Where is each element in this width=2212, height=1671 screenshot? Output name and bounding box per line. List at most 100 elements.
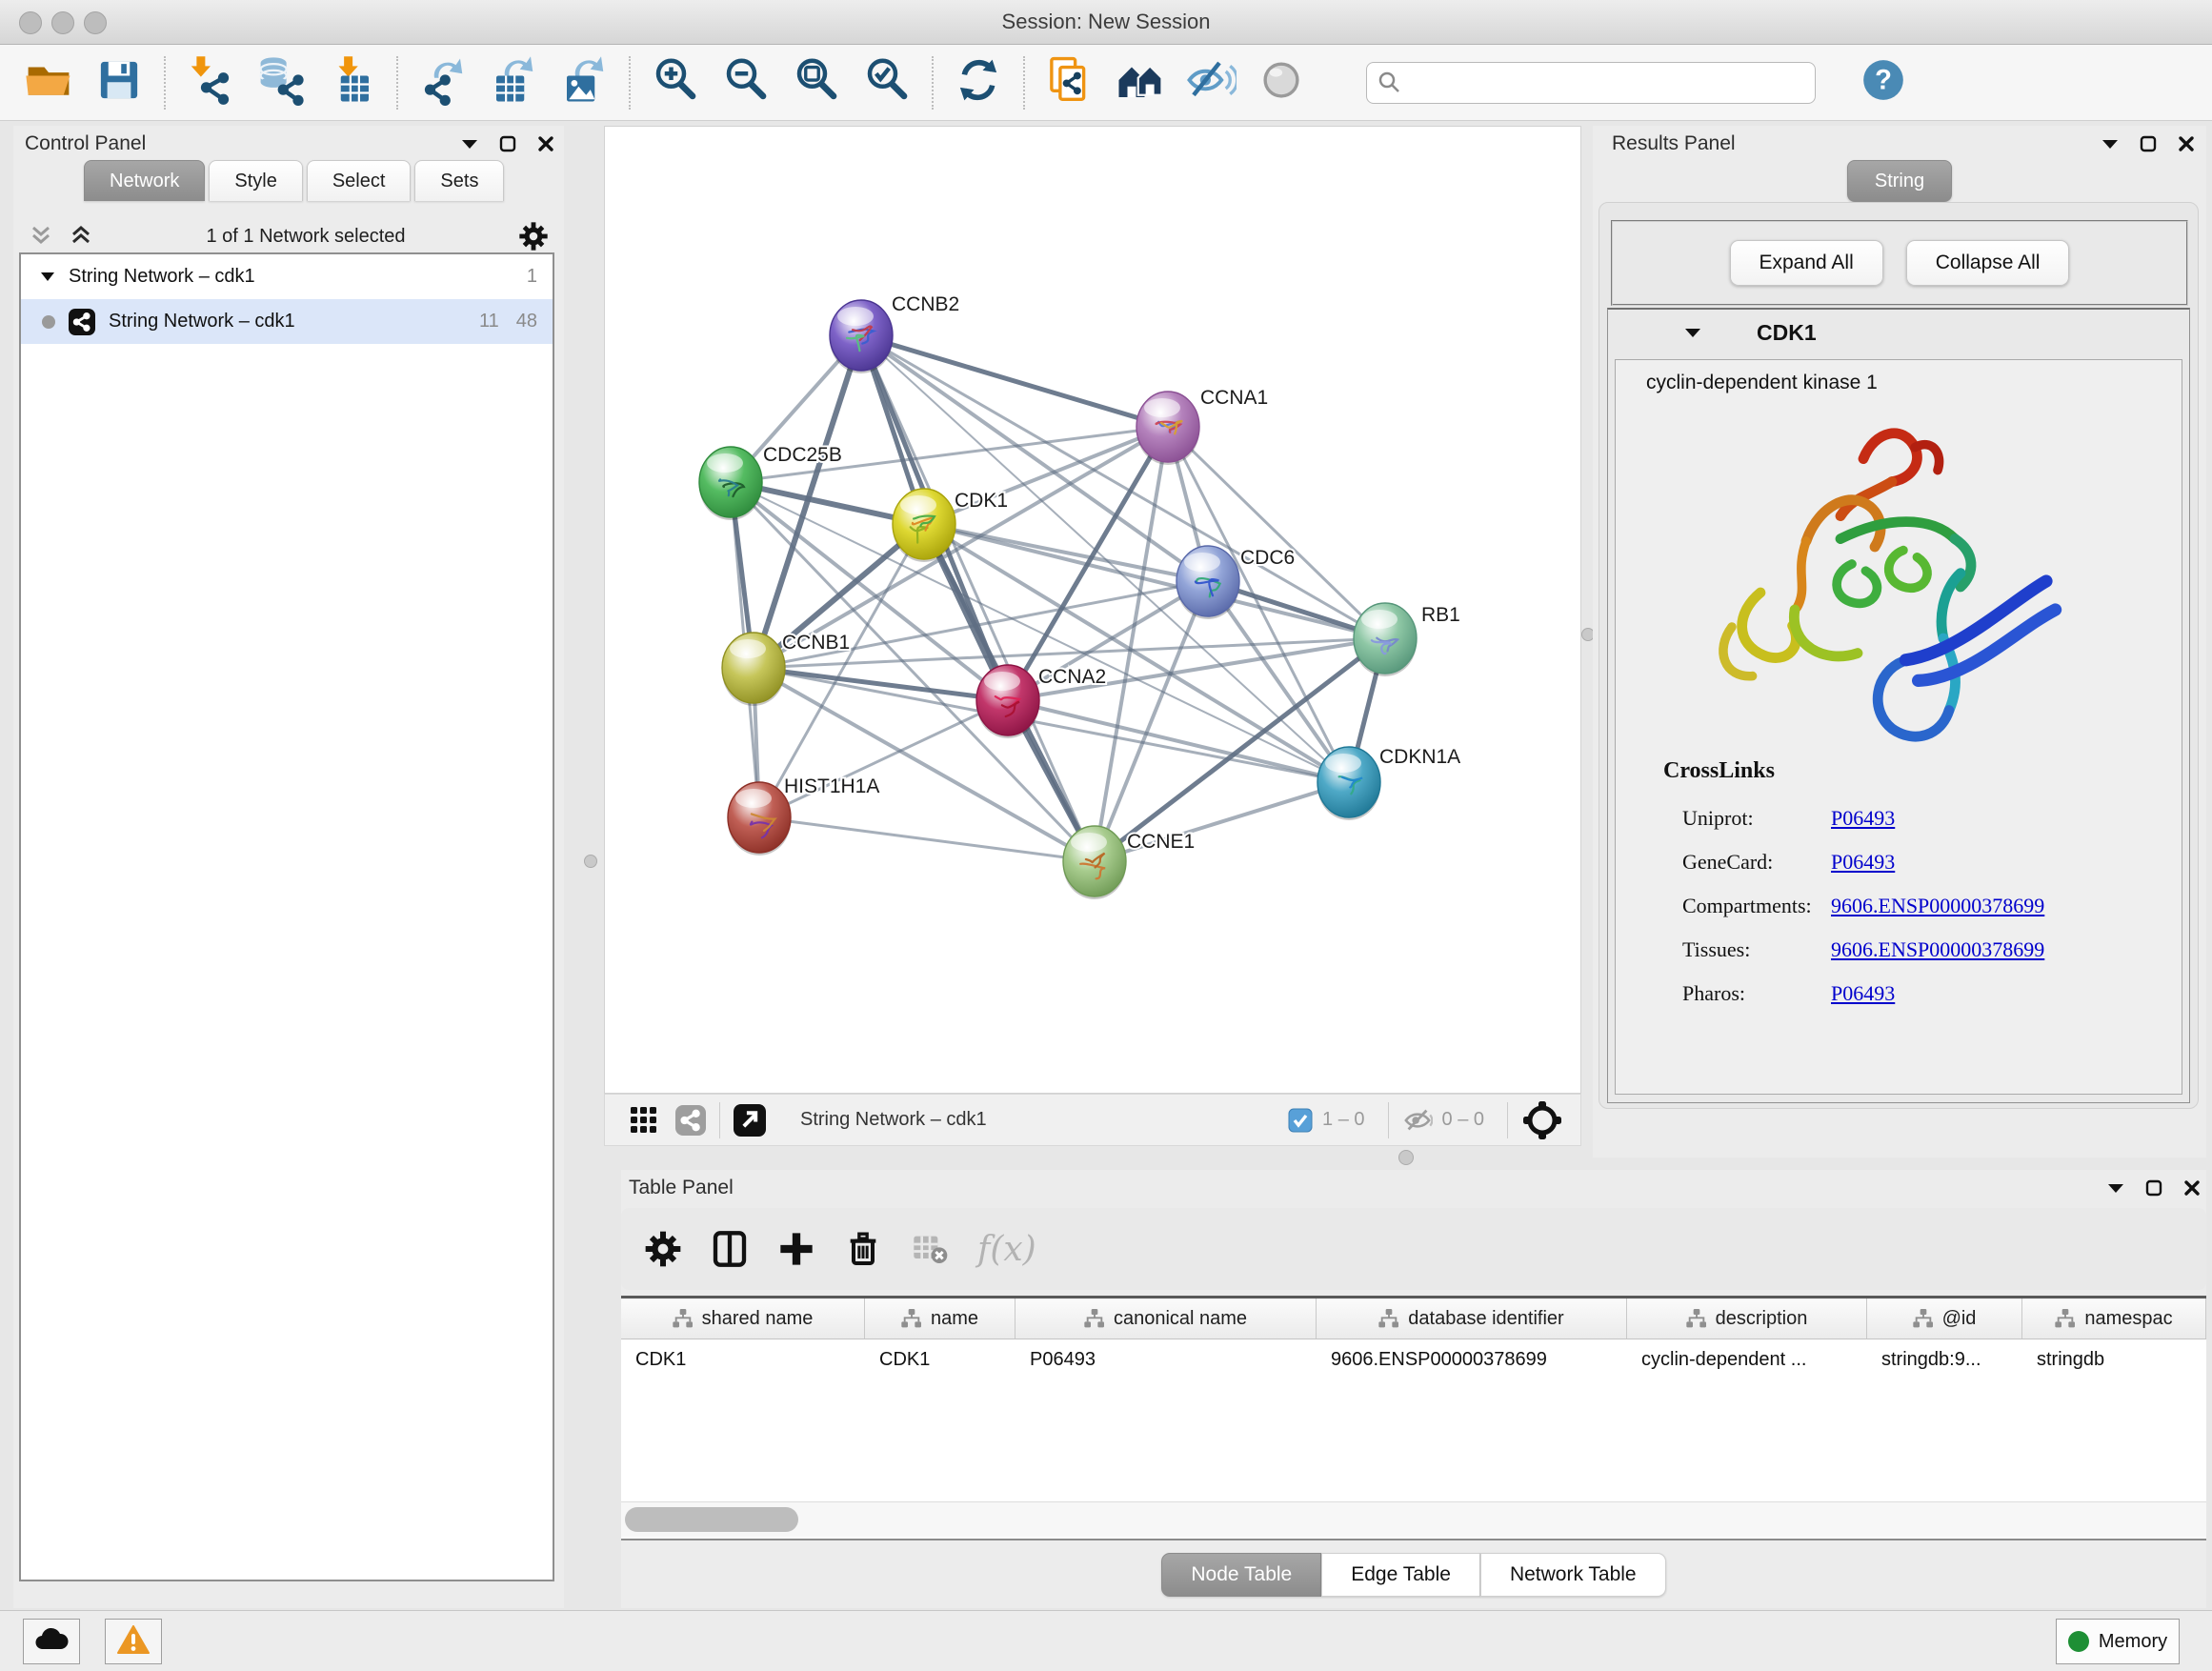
panel-float-icon[interactable]	[2140, 135, 2157, 152]
tab-string[interactable]: String	[1847, 160, 1952, 202]
zoom-selected-button[interactable]	[857, 52, 916, 113]
table-cell[interactable]: 9606.ENSP00000378699	[1317, 1339, 1627, 1379]
network-document-button[interactable]	[1040, 52, 1099, 113]
network-node-RB1[interactable]	[1354, 603, 1417, 676]
memory-button[interactable]: Memory	[2056, 1619, 2180, 1664]
table-options-gear-icon[interactable]	[644, 1230, 682, 1268]
open-in-browser-icon[interactable]	[734, 1104, 766, 1137]
column-header-description[interactable]: description	[1627, 1299, 1867, 1339]
hide-unhide-button[interactable]	[1181, 52, 1240, 113]
column-header-namespac[interactable]: namespac	[2022, 1299, 2206, 1339]
birdseye-grid-icon[interactable]	[630, 1106, 658, 1135]
network-node-CDK1[interactable]	[893, 489, 955, 562]
horizontal-splitter-handle[interactable]	[1398, 1150, 1414, 1165]
table-row[interactable]: CDK1CDK1P064939606.ENSP00000378699cyclin…	[621, 1339, 2206, 1379]
import-table-button[interactable]	[322, 52, 381, 113]
tab-node-table[interactable]: Node Table	[1161, 1553, 1321, 1597]
column-header-name[interactable]: name	[865, 1299, 1016, 1339]
crosslink-value-link[interactable]: 9606.ENSP00000378699	[1831, 894, 2044, 918]
network-row[interactable]: String Network – cdk1 11 48	[21, 299, 553, 344]
open-session-button[interactable]	[19, 52, 78, 113]
table-cell[interactable]: P06493	[1016, 1339, 1317, 1379]
export-image-button[interactable]	[554, 52, 613, 113]
table-cell[interactable]: stringdb:9...	[1867, 1339, 2022, 1379]
zoom-fit-button[interactable]	[787, 52, 846, 113]
tab-network-table[interactable]: Network Table	[1480, 1553, 1666, 1597]
panel-close-icon[interactable]	[537, 135, 554, 152]
horizontal-scrollbar[interactable]	[621, 1501, 2206, 1537]
selected-checkbox-icon[interactable]	[1288, 1108, 1313, 1133]
table-cell[interactable]: CDK1	[621, 1339, 865, 1379]
save-session-button[interactable]	[90, 52, 149, 113]
panel-close-icon[interactable]	[2183, 1179, 2201, 1197]
panel-float-icon[interactable]	[2145, 1179, 2162, 1197]
entry-collapse-icon[interactable]	[1684, 327, 1701, 338]
import-network-from-database-button[interactable]	[251, 52, 311, 113]
crosslink-value-link[interactable]: P06493	[1831, 850, 1895, 875]
apply-layout-button[interactable]	[949, 52, 1008, 113]
network-edge	[759, 817, 1095, 861]
crosslink-value-link[interactable]: P06493	[1831, 806, 1895, 831]
crosslink-value-link[interactable]: 9606.ENSP00000378699	[1831, 937, 2044, 962]
hidden-eye-slash-icon[interactable]	[1402, 1105, 1433, 1136]
network-canvas[interactable]: CCNB2CCNA1CDC25BCDK1CDC6RB1CCNB1CCNA2CDK…	[604, 126, 1581, 1094]
network-node-CCNA2[interactable]	[976, 665, 1039, 738]
column-header-shared-name[interactable]: shared name	[621, 1299, 865, 1339]
collapse-all-button[interactable]: Collapse All	[1906, 240, 2070, 286]
tab-style[interactable]: Style	[209, 160, 302, 201]
tab-select[interactable]: Select	[307, 160, 412, 201]
network-node-CCNB1[interactable]	[722, 633, 785, 706]
column-header-@id[interactable]: @id	[1867, 1299, 2022, 1339]
crosslink-value-link[interactable]: P06493	[1831, 981, 1895, 1006]
column-header-canonical-name[interactable]: canonical name	[1016, 1299, 1317, 1339]
string-home-button[interactable]	[1111, 52, 1170, 113]
search-input[interactable]	[1366, 62, 1816, 104]
crosslinks-title: CrossLinks	[1663, 758, 1775, 784]
tab-sets[interactable]: Sets	[414, 160, 504, 201]
network-node-CDC25B[interactable]	[699, 447, 762, 520]
cloud-status-button[interactable]	[23, 1619, 80, 1664]
panel-float-icon[interactable]	[499, 135, 516, 152]
network-node-CDKN1A[interactable]	[1317, 747, 1380, 820]
panel-collapse-icon[interactable]	[2107, 1182, 2124, 1194]
warnings-button[interactable]	[105, 1619, 162, 1664]
export-network-button[interactable]	[413, 52, 473, 113]
column-header-database-identifier[interactable]: database identifier	[1317, 1299, 1627, 1339]
zoom-in-button[interactable]	[646, 52, 705, 113]
help-button[interactable]: ?	[1854, 52, 1913, 113]
collapse-all-networks-icon[interactable]	[29, 224, 53, 249]
export-table-button[interactable]	[484, 52, 543, 113]
show-graphics-button[interactable]	[1252, 52, 1311, 113]
left-splitter-handle[interactable]	[584, 855, 597, 868]
network-share-badge-icon	[69, 309, 95, 335]
column-header-label: database identifier	[1408, 1308, 1563, 1330]
panel-collapse-icon[interactable]	[461, 138, 478, 150]
network-node-CCNA1[interactable]	[1136, 392, 1199, 465]
panel-close-icon[interactable]	[2178, 135, 2195, 152]
tree-expander-icon[interactable]	[40, 272, 55, 282]
share-network-gray-icon[interactable]	[675, 1105, 706, 1136]
expand-all-button[interactable]: Expand All	[1730, 240, 1883, 286]
gene-header-row[interactable]: CDK1	[1608, 310, 2189, 355]
expand-all-networks-icon[interactable]	[69, 224, 93, 249]
table-cell[interactable]: stringdb	[2022, 1339, 2206, 1379]
network-options-gear-icon[interactable]	[518, 221, 549, 252]
table-cell[interactable]: CDK1	[865, 1339, 1016, 1379]
table-cell[interactable]: cyclin-dependent ...	[1627, 1339, 1867, 1379]
network-node-CCNB2[interactable]	[830, 300, 893, 373]
import-network-button[interactable]	[181, 52, 240, 113]
create-column-plus-icon[interactable]	[777, 1230, 815, 1268]
delete-column-trash-icon[interactable]	[844, 1230, 882, 1268]
network-node-CDC6[interactable]	[1176, 546, 1239, 619]
scrollbar-thumb[interactable]	[625, 1507, 798, 1532]
tab-edge-table[interactable]: Edge Table	[1321, 1553, 1480, 1597]
zoom-out-button[interactable]	[716, 52, 775, 113]
show-columns-icon[interactable]	[711, 1230, 749, 1268]
network-node-CCNE1[interactable]	[1063, 826, 1126, 899]
network-collection-row[interactable]: String Network – cdk1 1	[21, 254, 553, 299]
string-network-graph[interactable]: CCNB2CCNA1CDC25BCDK1CDC6RB1CCNB1CCNA2CDK…	[605, 127, 1580, 1093]
panel-collapse-icon[interactable]	[2101, 138, 2119, 150]
network-node-HIST1H1A[interactable]	[728, 782, 791, 856]
navigator-crosshair-icon[interactable]	[1521, 1099, 1563, 1141]
tab-network[interactable]: Network	[84, 160, 205, 201]
